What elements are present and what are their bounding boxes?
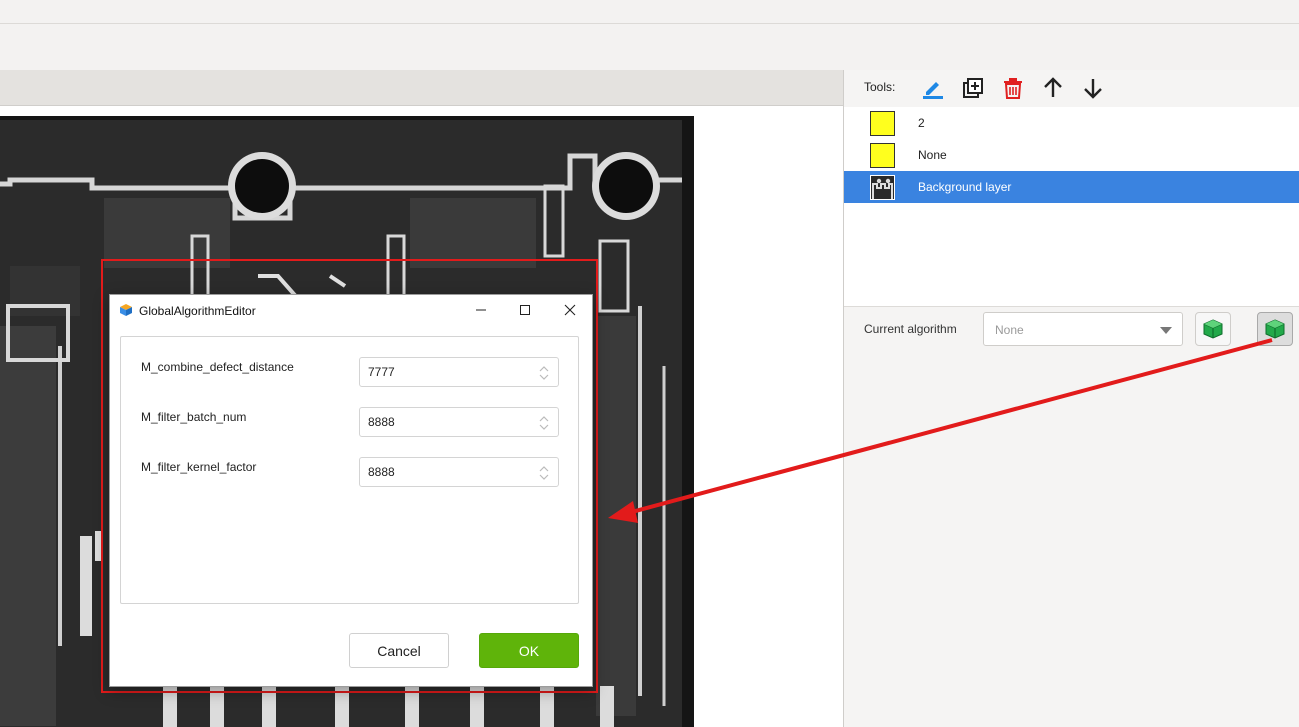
param-spinbox[interactable] — [359, 457, 559, 487]
move-down-arrow-icon[interactable] — [1078, 73, 1108, 103]
move-up-arrow-icon[interactable] — [1038, 73, 1068, 103]
layer-color-swatch — [870, 111, 895, 136]
maximize-button[interactable] — [502, 295, 548, 325]
param-value-input[interactable] — [360, 408, 530, 436]
close-icon — [564, 304, 576, 316]
param-spinbox[interactable] — [359, 357, 559, 387]
param-value-input[interactable] — [360, 358, 530, 386]
algorithm-cube-icon — [1203, 319, 1223, 339]
layer-color-swatch — [870, 143, 895, 168]
app-cube-icon — [120, 304, 132, 316]
param-label: M_filter_kernel_factor — [141, 460, 257, 474]
layer-item[interactable]: None — [844, 139, 1299, 171]
algorithm-select-value: None — [995, 323, 1024, 337]
ok-button[interactable]: OK — [479, 633, 579, 668]
spin-arrows-icon[interactable] — [538, 365, 550, 381]
layer-item[interactable]: 2 — [844, 107, 1299, 139]
spin-arrows-icon[interactable] — [538, 415, 550, 431]
algorithm-select[interactable]: None — [983, 312, 1183, 346]
global-algorithm-cube-icon — [1265, 319, 1285, 339]
tools-row: Tools: — [844, 70, 1299, 107]
layers-panel: Tools: 2 None Background layer Current a… — [843, 70, 1299, 727]
top-menu-bar — [0, 0, 1299, 24]
layer-thumbnail-icon — [870, 175, 895, 200]
dialog-title: GlobalAlgorithmEditor — [139, 304, 256, 318]
layer-name: Background layer — [918, 180, 1012, 194]
global-algorithm-editor-dialog: GlobalAlgorithmEditor M_combine_defect_d… — [109, 294, 593, 687]
edit-pen-icon[interactable] — [918, 73, 948, 103]
layer-name: None — [918, 148, 947, 162]
global-algorithm-button[interactable] — [1257, 312, 1293, 346]
tools-label: Tools: — [864, 80, 896, 94]
algorithm-row: Current algorithm None — [844, 308, 1299, 358]
minimize-icon — [476, 309, 486, 311]
layer-list: 2 None Background layer — [844, 107, 1299, 307]
layer-name: 2 — [918, 116, 925, 130]
minimize-button[interactable] — [458, 295, 504, 325]
maximize-icon — [520, 305, 530, 315]
dialog-titlebar[interactable]: GlobalAlgorithmEditor — [110, 295, 592, 325]
delete-trash-icon[interactable] — [998, 73, 1028, 103]
add-layer-icon[interactable] — [958, 73, 988, 103]
param-spinbox[interactable] — [359, 407, 559, 437]
close-button[interactable] — [547, 295, 593, 325]
param-value-input[interactable] — [360, 458, 530, 486]
current-algorithm-label: Current algorithm — [864, 322, 957, 336]
canvas-header — [0, 70, 843, 106]
cancel-button[interactable]: Cancel — [349, 633, 449, 668]
spin-arrows-icon[interactable] — [538, 465, 550, 481]
parameters-group: M_combine_defect_distance M_filter_batch… — [120, 336, 579, 604]
chevron-down-icon — [1160, 327, 1172, 334]
layer-item-selected[interactable]: Background layer — [844, 171, 1299, 203]
param-label: M_combine_defect_distance — [141, 360, 294, 374]
algorithm-cube-button[interactable] — [1195, 312, 1231, 346]
toolbar-area — [0, 25, 843, 70]
param-label: M_filter_batch_num — [141, 410, 247, 424]
